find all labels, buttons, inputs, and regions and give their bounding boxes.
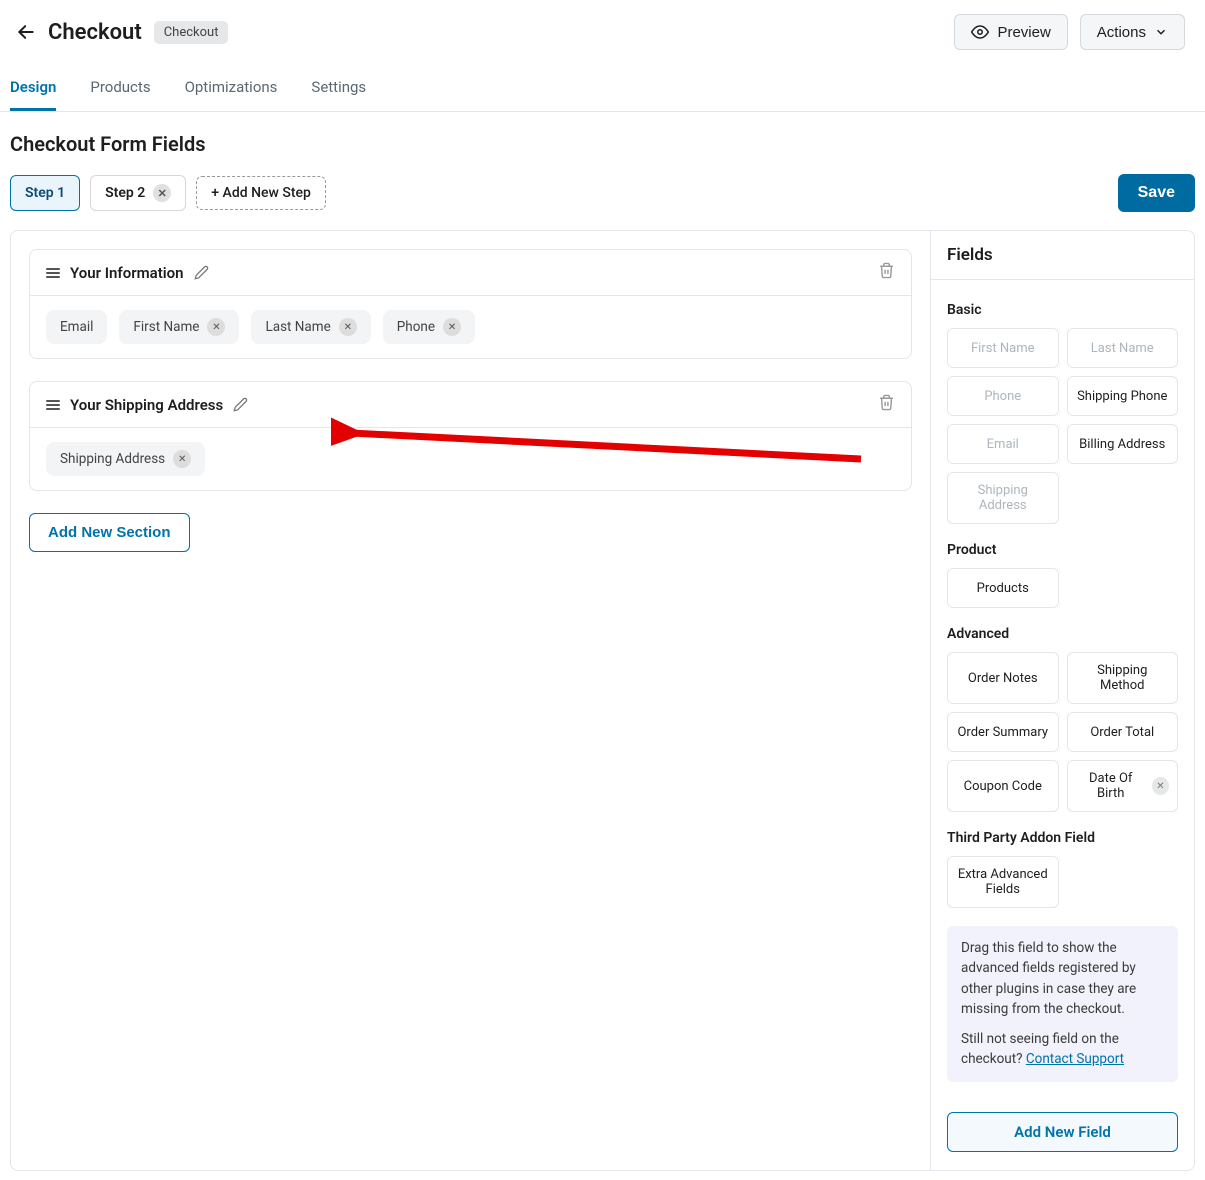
drag-handle-icon[interactable]	[46, 268, 60, 278]
field-chip-label: Phone	[397, 319, 435, 335]
available-field-label: Billing Address	[1079, 437, 1165, 452]
contact-support-link[interactable]: Contact Support	[1026, 1051, 1124, 1067]
field-chip-label: Shipping Address	[60, 451, 165, 467]
trash-icon[interactable]	[878, 262, 895, 283]
available-field-label: Order Summary	[957, 725, 1048, 740]
remove-field-icon[interactable]: ✕	[443, 318, 461, 336]
available-field[interactable]: Order Summary	[947, 712, 1059, 752]
field-group-label: Third Party Addon Field	[947, 830, 1178, 846]
edit-icon[interactable]	[194, 265, 210, 281]
available-field[interactable]: Email	[947, 424, 1059, 464]
actions-label: Actions	[1097, 24, 1146, 41]
available-field-label: Order Notes	[968, 671, 1038, 686]
section-title-label: Your Information	[70, 264, 184, 282]
field-chip[interactable]: Shipping Address ✕	[46, 442, 205, 476]
preview-label: Preview	[997, 24, 1050, 41]
remove-field-icon[interactable]: ✕	[207, 318, 225, 336]
section-title: Checkout Form Fields	[0, 112, 1205, 174]
back-icon[interactable]	[14, 20, 38, 44]
available-field-label: Extra Advanced Fields	[956, 867, 1050, 897]
section-title-label: Your Shipping Address	[70, 396, 223, 414]
available-field-label: Coupon Code	[964, 779, 1042, 794]
field-chip[interactable]: Last Name ✕	[251, 310, 370, 344]
available-field[interactable]: Shipping Address	[947, 472, 1059, 524]
available-field[interactable]: Order Total	[1067, 712, 1179, 752]
field-chip-label: Email	[60, 319, 93, 335]
available-field-label: Products	[977, 581, 1029, 596]
field-chip-label: Last Name	[265, 319, 330, 335]
available-field-label: Shipping Method	[1076, 663, 1170, 693]
field-chip[interactable]: Phone ✕	[383, 310, 475, 344]
available-field-label: Email	[987, 437, 1019, 452]
available-field[interactable]: Last Name	[1067, 328, 1179, 368]
available-field-label: Order Total	[1090, 725, 1154, 740]
tab-optimizations[interactable]: Optimizations	[185, 70, 278, 111]
page-title: Checkout	[48, 20, 142, 45]
info-text: Drag this field to show the advanced fie…	[961, 938, 1164, 1019]
available-field-label: Shipping Phone	[1077, 389, 1167, 404]
available-field[interactable]: Shipping Method	[1067, 652, 1179, 704]
trash-icon[interactable]	[878, 394, 895, 415]
remove-custom-field-icon[interactable]: ✕	[1152, 777, 1169, 795]
info-box: Drag this field to show the advanced fie…	[947, 926, 1178, 1082]
field-chip[interactable]: First Name ✕	[119, 310, 239, 344]
available-field-label: Phone	[984, 389, 1021, 404]
chevron-down-icon	[1154, 25, 1168, 39]
add-field-button[interactable]: Add New Field	[947, 1112, 1178, 1152]
step-2[interactable]: Step 2 ✕	[90, 175, 186, 211]
add-step-button[interactable]: + Add New Step	[196, 176, 326, 210]
remove-step-icon[interactable]: ✕	[153, 184, 171, 202]
step-label: Step 2	[105, 185, 145, 201]
available-field[interactable]: Products	[947, 568, 1059, 608]
step-label: Step 1	[25, 185, 65, 201]
tab-products[interactable]: Products	[90, 70, 150, 111]
eye-icon	[971, 23, 989, 41]
available-field[interactable]: Billing Address	[1067, 424, 1179, 464]
fields-panel-title: Fields	[931, 231, 1194, 280]
field-group-label: Product	[947, 542, 1178, 558]
available-field[interactable]: Coupon Code	[947, 760, 1059, 812]
available-field[interactable]: Shipping Phone	[1067, 376, 1179, 416]
available-field[interactable]: Extra Advanced Fields	[947, 856, 1059, 908]
step-1[interactable]: Step 1	[10, 175, 80, 211]
info-text-2: Still not seeing field on the checkout? …	[961, 1029, 1164, 1070]
drag-handle-icon[interactable]	[46, 400, 60, 410]
save-button[interactable]: Save	[1118, 174, 1195, 212]
field-chip-label: First Name	[133, 319, 199, 335]
available-field[interactable]: Date Of Birth ✕	[1067, 760, 1179, 812]
available-field-label: First Name	[971, 341, 1035, 356]
page-type-badge: Checkout	[154, 21, 229, 44]
field-group-label: Advanced	[947, 626, 1178, 642]
field-chip[interactable]: Email	[46, 310, 107, 344]
available-field[interactable]: First Name	[947, 328, 1059, 368]
field-group-label: Basic	[947, 302, 1178, 318]
remove-field-icon[interactable]: ✕	[173, 450, 191, 468]
tab-design[interactable]: Design	[10, 70, 56, 111]
available-field-label: Shipping Address	[956, 483, 1050, 513]
available-field[interactable]: Phone	[947, 376, 1059, 416]
tab-settings[interactable]: Settings	[311, 70, 366, 111]
preview-button[interactable]: Preview	[954, 14, 1067, 50]
edit-icon[interactable]	[233, 397, 249, 413]
available-field-label: Date Of Birth	[1076, 771, 1146, 801]
form-section: Your Shipping Address Shipping Address ✕	[29, 381, 912, 491]
available-field[interactable]: Order Notes	[947, 652, 1059, 704]
available-field-label: Last Name	[1091, 341, 1154, 356]
actions-button[interactable]: Actions	[1080, 14, 1185, 50]
add-section-button[interactable]: Add New Section	[29, 513, 190, 552]
remove-field-icon[interactable]: ✕	[339, 318, 357, 336]
tabs: Design Products Optimizations Settings	[0, 70, 1205, 112]
form-section: Your InformationEmailFirst Name✕Last Nam…	[29, 249, 912, 359]
